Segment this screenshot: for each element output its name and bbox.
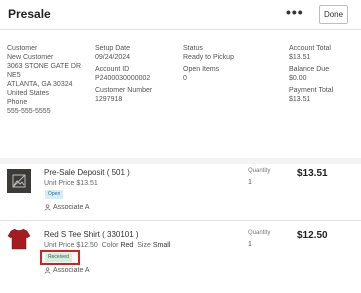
status-label: Status — [183, 45, 203, 52]
customer-address-line1: 3063 STONE GATE DR — [7, 63, 82, 70]
balance-due-value: $0.00 — [289, 75, 307, 82]
account-total-label: Account Total — [289, 45, 331, 52]
open-items-label: Open Items — [183, 66, 220, 73]
associate-name: Associate A — [53, 267, 90, 274]
customer-address-line2: NE5 — [7, 72, 21, 79]
list-item[interactable]: Red S Tee Shirt ( 330101 ) Unit Price $12… — [0, 221, 361, 293]
unit-price-value: $12.50 — [76, 242, 98, 249]
customer-city: ATLANTA, GA 30324 — [7, 81, 73, 88]
associate: Associate A — [44, 267, 90, 274]
setup-date-value: 09/24/2024 — [95, 54, 131, 61]
done-button[interactable]: Done — [319, 5, 348, 24]
color-label: Color — [101, 242, 119, 249]
page-title: Presale — [8, 7, 51, 21]
list-item[interactable]: Pre-Sale Deposit ( 501 ) Unit Price $13.5… — [0, 164, 361, 219]
unit-price-value: $13.51 — [76, 180, 98, 187]
associate-name: Associate A — [53, 204, 90, 211]
account-id-label: Account ID — [95, 66, 130, 73]
associate: Associate A — [44, 204, 90, 211]
customer-number-value: 1297918 — [95, 96, 123, 103]
item-details: Unit Price $13.51 — [44, 180, 100, 187]
customer-label: Customer — [7, 45, 38, 52]
customer-name: New Customer — [7, 54, 54, 61]
person-icon — [44, 204, 51, 211]
item-name[interactable]: Pre-Sale Deposit ( 501 ) — [44, 168, 130, 177]
account-id-value: P2400030000002 — [95, 75, 151, 82]
item-price: $12.50 — [297, 230, 328, 241]
payment-total-value: $13.51 — [289, 96, 311, 103]
account-total-value: $13.51 — [289, 54, 311, 61]
tshirt-icon — [7, 227, 31, 251]
status-value: Ready to Pickup — [183, 54, 234, 61]
phone-label: Phone — [7, 99, 28, 106]
item-name[interactable]: Red S Tee Shirt ( 330101 ) — [44, 230, 139, 239]
customer-number-label: Customer Number — [95, 87, 153, 94]
unit-price-label: Unit Price — [44, 180, 75, 187]
person-icon — [44, 267, 51, 274]
phone-value: 555-555-5555 — [7, 108, 51, 115]
unit-price-label: Unit Price — [44, 242, 75, 249]
color-value: Red — [120, 242, 134, 249]
no-image-icon — [7, 169, 31, 193]
highlight-box — [40, 250, 80, 265]
status-badge: Open — [45, 190, 64, 199]
balance-due-label: Balance Due — [289, 66, 330, 73]
customer-column: Customer New Customer 3063 STONE GATE DR… — [7, 44, 81, 116]
quantity-value: 1 — [248, 241, 252, 248]
quantity-value: 1 — [248, 179, 252, 186]
totals-column: Account Total $13.51 Balance Due $0.00 P… — [289, 44, 333, 104]
open-items-value: 0 — [183, 75, 187, 82]
payment-total-label: Payment Total — [289, 87, 334, 94]
setup-column: Setup Date 09/24/2024 Account ID P240003… — [95, 44, 152, 104]
size-value: Small — [152, 242, 171, 249]
item-price: $13.51 — [297, 168, 328, 179]
more-options-icon[interactable]: ••• — [286, 4, 304, 20]
status-column: Status Ready to Pickup Open Items 0 — [183, 44, 234, 83]
size-label: Size — [137, 242, 151, 249]
quantity-label: Quantity — [248, 168, 271, 174]
setup-date-label: Setup Date — [95, 45, 131, 52]
quantity-label: Quantity — [248, 230, 271, 236]
header-bar: Presale ••• Done — [0, 0, 361, 30]
item-details: Unit Price $12.50 Color Red Size Small — [44, 242, 172, 249]
order-summary: Customer New Customer 3063 STONE GATE DR… — [0, 44, 361, 144]
customer-country: United States — [7, 90, 50, 97]
